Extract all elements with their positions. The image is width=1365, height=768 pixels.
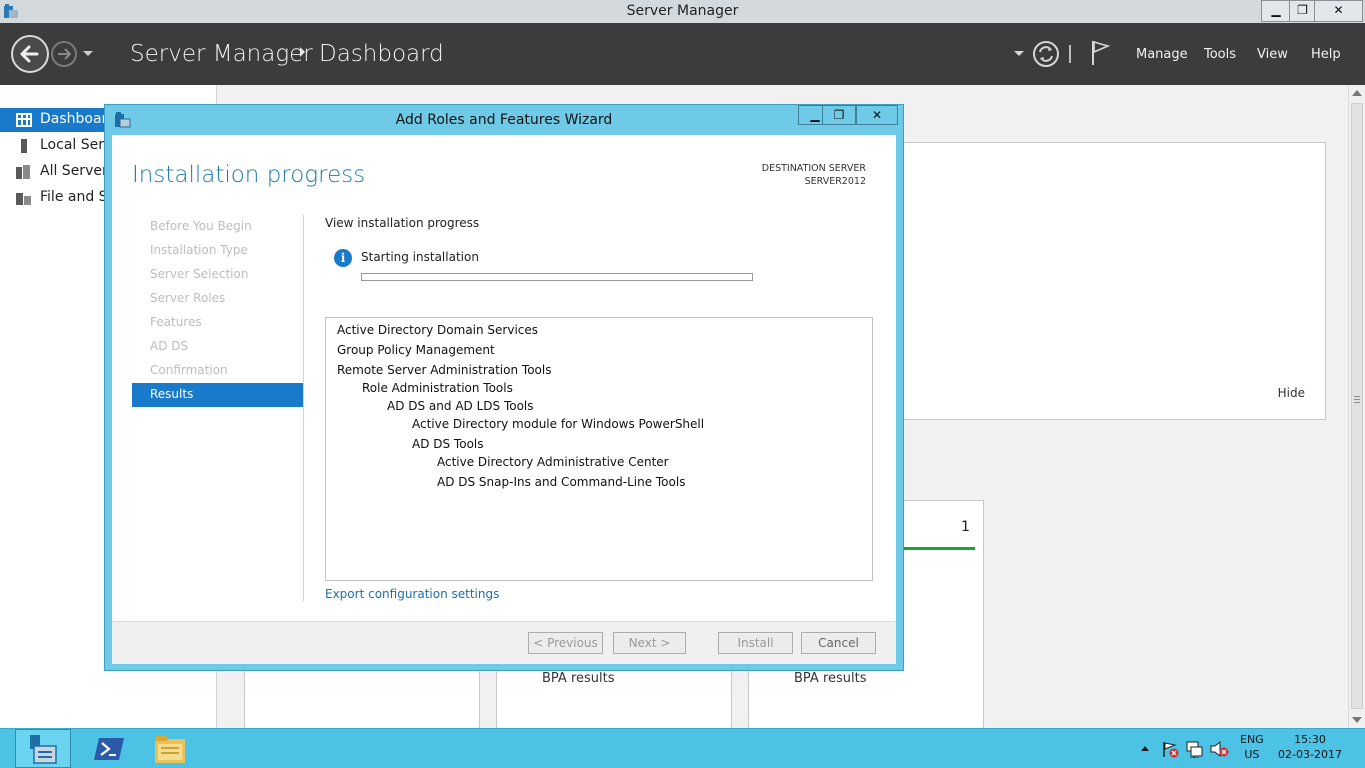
breadcrumb-separator-icon xyxy=(300,47,305,57)
step-label: Installation Type xyxy=(150,243,248,257)
previous-button[interactable]: < Previous xyxy=(528,632,603,654)
clock-time: 15:30 xyxy=(1294,733,1326,746)
header-divider xyxy=(1069,45,1071,63)
taskbar: ENG US 15:30 02-03-2017 xyxy=(0,728,1365,768)
tile-count: 1 xyxy=(961,519,970,535)
servers-icon xyxy=(16,165,30,179)
welcome-tile: Hide xyxy=(895,142,1326,420)
minimize-button[interactable]: ▁ xyxy=(1261,0,1291,22)
taskbar-server-manager[interactable] xyxy=(15,729,71,768)
step-label: Server Roles xyxy=(150,291,226,305)
menu-help[interactable]: Help xyxy=(1311,47,1341,62)
step-results[interactable]: Results xyxy=(132,383,303,407)
wizard-title: Add Roles and Features Wizard xyxy=(395,112,613,128)
scroll-up-icon[interactable] xyxy=(1352,89,1362,97)
server-manager-icon xyxy=(30,735,57,764)
feature-item: Active Directory module for Windows Powe… xyxy=(412,417,705,431)
restore-button[interactable]: ❐ xyxy=(1289,0,1316,22)
wizard-close-button[interactable]: ✕ xyxy=(856,105,898,125)
input-language[interactable]: ENG US xyxy=(1240,732,1264,762)
step-installation-type[interactable]: Installation Type xyxy=(132,239,303,263)
page-title: Installation progress xyxy=(132,162,366,188)
destination-server-name: SERVER2012 xyxy=(804,176,866,187)
step-label: Before You Begin xyxy=(150,219,252,233)
breadcrumb-page: Dashboard xyxy=(319,41,444,67)
notifications-dropdown-icon[interactable] xyxy=(1014,51,1024,58)
feature-item: Active Directory Domain Services xyxy=(337,323,539,337)
installation-progress-bar xyxy=(361,273,753,281)
back-arrow-icon xyxy=(20,45,39,63)
feature-item: AD DS and AD LDS Tools xyxy=(387,399,534,413)
window-title-bar[interactable]: Server Manager ▁ ❐ ✕ xyxy=(0,0,1365,24)
back-button[interactable] xyxy=(11,35,49,73)
dashboard-icon xyxy=(16,113,32,127)
hide-link[interactable]: Hide xyxy=(1278,386,1305,400)
next-button[interactable]: Next > xyxy=(613,632,686,654)
feature-item: Group Policy Management xyxy=(337,343,495,357)
storage-icon xyxy=(16,193,31,205)
export-configuration-link[interactable]: Export configuration settings xyxy=(325,587,499,601)
vertical-scrollbar[interactable] xyxy=(1348,85,1365,728)
destination-label: DESTINATION SERVER xyxy=(761,163,866,174)
step-label: Server Selection xyxy=(150,267,249,281)
bpa-results-label[interactable]: BPA results xyxy=(794,671,867,686)
network-icon[interactable] xyxy=(1186,740,1204,758)
bpa-results-label[interactable]: BPA results xyxy=(542,671,615,686)
notifications-flag-icon[interactable] xyxy=(1089,39,1113,67)
wizard-restore-button[interactable]: ❐ xyxy=(822,105,856,125)
step-server-selection[interactable]: Server Selection xyxy=(132,263,303,287)
show-hidden-icons-icon[interactable] xyxy=(1141,745,1149,751)
clock[interactable]: 15:30 02-03-2017 xyxy=(1278,732,1342,762)
app-header: Server Manager Dashboard Manage Tools Vi… xyxy=(0,23,1365,85)
volume-muted-icon[interactable] xyxy=(1209,740,1229,758)
close-button[interactable]: ✕ xyxy=(1314,0,1363,22)
wizard-body: Installation progress DESTINATION SERVER… xyxy=(112,135,896,664)
step-before-you-begin[interactable]: Before You Begin xyxy=(132,215,303,239)
step-label: Results xyxy=(150,387,194,401)
install-button[interactable]: Install xyxy=(718,632,793,654)
wizard-footer: < Previous Next > Install Cancel xyxy=(112,621,896,664)
language-code: ENG xyxy=(1240,733,1264,746)
server-icon xyxy=(21,139,27,153)
region-code: US xyxy=(1244,748,1260,761)
breadcrumb-app: Server Manager xyxy=(130,41,313,67)
menu-manage[interactable]: Manage xyxy=(1136,47,1188,62)
cancel-button[interactable]: Cancel xyxy=(801,632,876,654)
taskbar-file-explorer[interactable] xyxy=(142,729,198,768)
menu-tools[interactable]: Tools xyxy=(1204,47,1236,62)
step-confirmation[interactable]: Confirmation xyxy=(132,359,303,383)
feature-list[interactable]: Active Directory Domain Services Group P… xyxy=(325,317,873,581)
feature-item: AD DS Snap-Ins and Command-Line Tools xyxy=(437,475,686,489)
nav-divider xyxy=(303,215,304,601)
view-progress-label: View installation progress xyxy=(325,216,480,230)
forward-button[interactable] xyxy=(51,41,77,67)
add-roles-wizard: Add Roles and Features Wizard ▁ ❐ ✕ Inst… xyxy=(104,104,904,671)
taskbar-powershell[interactable] xyxy=(81,729,137,768)
scroll-down-icon[interactable] xyxy=(1352,716,1362,724)
action-center-icon[interactable] xyxy=(1161,740,1179,758)
feature-item: Remote Server Administration Tools xyxy=(337,363,552,377)
step-label: AD DS xyxy=(150,339,189,353)
scrollbar-thumb[interactable] xyxy=(1351,103,1363,709)
step-features[interactable]: Features xyxy=(132,311,303,335)
refresh-icon[interactable] xyxy=(1031,39,1061,69)
info-icon: i xyxy=(334,249,352,267)
feature-item: Active Directory Administrative Center xyxy=(437,455,669,469)
step-server-roles[interactable]: Server Roles xyxy=(132,287,303,311)
step-label: Features xyxy=(150,315,202,329)
powershell-icon xyxy=(94,738,124,760)
menu-view[interactable]: View xyxy=(1257,47,1288,62)
history-dropdown-icon[interactable] xyxy=(82,50,94,58)
feature-item: AD DS Tools xyxy=(412,437,484,451)
file-explorer-icon xyxy=(155,736,185,763)
status-text: Starting installation xyxy=(361,250,479,264)
destination-server: DESTINATION SERVER SERVER2012 xyxy=(762,162,866,188)
window-title: Server Manager xyxy=(626,3,739,19)
feature-item: Role Administration Tools xyxy=(362,381,513,395)
step-ad-ds[interactable]: AD DS xyxy=(132,335,303,359)
clock-date: 02-03-2017 xyxy=(1278,748,1342,761)
forward-arrow-icon xyxy=(58,48,72,60)
step-label: Confirmation xyxy=(150,363,228,377)
status-bar xyxy=(899,547,975,550)
